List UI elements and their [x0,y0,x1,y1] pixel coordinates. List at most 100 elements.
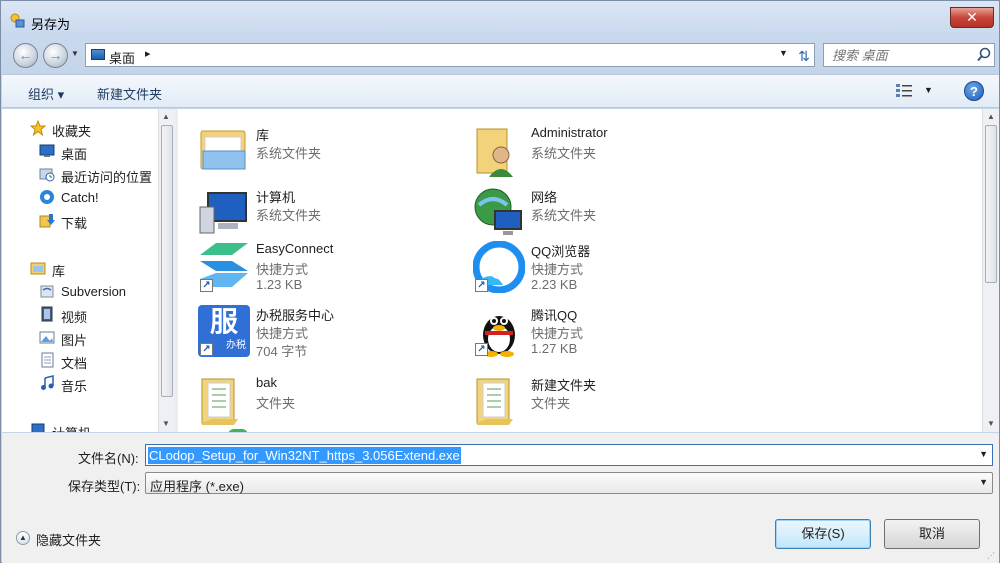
save-as-dialog: 另存为 ✕ ← → ▼ 桌面 ▸ ▼ ⇅ 组织 ▾ 新建文件夹 ▼ ? [0,0,1000,563]
item-name: 库 [256,128,270,143]
app-icon [10,13,25,28]
file-list-scrollbar[interactable]: ▲ ▼ [982,109,999,432]
organize-button[interactable]: 组织 ▾ [28,84,64,103]
list-item-new-folder[interactable]: 新建文件夹 文件夹 [473,375,743,432]
item-name: Administrator [531,125,608,140]
cancel-button[interactable]: 取消 [884,519,980,549]
item-name: 新建文件夹 [531,378,597,393]
close-button[interactable]: ✕ [950,7,994,28]
view-dropdown-icon[interactable]: ▼ [924,85,933,95]
item-type: 快捷方式 [256,262,309,277]
address-dropdown-icon[interactable]: ▼ [779,48,788,58]
computer-icon [31,423,45,432]
computer-icon [199,192,247,234]
item-name: 办税服务中心 [256,308,335,323]
filename-dropdown-icon[interactable]: ▼ [979,449,988,459]
desktop-icon [39,144,55,157]
scroll-up-icon[interactable]: ▲ [162,112,170,121]
window-title: 另存为 [31,17,71,32]
nav-item-pictures[interactable]: 图片 [2,327,158,348]
list-item-easyconnect[interactable]: ↗ EasyConnect 快捷方式 1.23 KB [198,241,468,301]
breadcrumb-desktop[interactable]: 桌面 [109,48,135,67]
nav-item-music[interactable]: 音乐 [2,373,158,394]
hide-folders-label: 隐藏文件夹 [36,533,102,548]
list-item-bak-folder[interactable]: bak 文件夹 [198,375,468,432]
item-type: 快捷方式 [256,326,309,341]
item-name: 腾讯QQ [531,308,578,323]
search-box[interactable] [823,43,995,67]
music-icon [41,375,54,390]
navigation-scrollbar[interactable]: ▲ ▼ [158,109,174,432]
item-type: 系统文件夹 [531,146,597,161]
nav-item-label: 下载 [61,216,88,231]
item-size: 704 字节 [256,344,308,359]
nav-item-computer[interactable]: 计算机 [2,420,158,432]
filename-input[interactable]: CLodop_Setup_for_Win32NT_https_3.056Exte… [148,447,461,464]
nav-item-favorites[interactable]: 收藏夹 [2,118,158,139]
scroll-thumb[interactable] [161,125,173,397]
nav-item-downloads[interactable]: 下载 [2,210,158,231]
nav-item-label: Subversion [61,284,127,299]
forward-button[interactable]: → [43,43,68,68]
save-form: 文件名(N): CLodop_Setup_for_Win32NT_https_3… [2,433,999,563]
subversion-icon [40,285,54,298]
file-list: 库 系统文件夹 Administrator 系统文件夹 计算机 系统文件夹 网络… [178,109,982,432]
item-name: EasyConnect [256,241,334,256]
nav-item-label: 文档 [61,356,88,371]
navigation-pane: 收藏夹 桌面 最近访问的位置 Catch! 下载 库 Subversion 视频… [2,109,174,432]
search-icon[interactable] [976,46,992,64]
view-options-icon[interactable] [895,83,913,99]
file-type-label: 保存类型(T): [68,479,141,494]
list-item-libraries[interactable]: 库 系统文件夹 [198,125,468,185]
nav-item-label: Catch! [61,190,99,205]
item-type: 系统文件夹 [531,208,597,223]
refresh-button[interactable]: ⇅ [793,46,815,66]
file-type-dropdown-icon[interactable]: ▼ [979,477,988,487]
item-type: 系统文件夹 [256,146,322,161]
help-icon[interactable]: ? [964,81,984,101]
title-bar[interactable]: 另存为 ✕ [1,1,1000,37]
address-bar[interactable]: 桌面 ▸ ▼ [85,43,815,67]
scroll-thumb[interactable] [985,125,997,283]
documents-icon [41,352,54,368]
nav-item-videos[interactable]: 视频 [2,304,158,325]
recent-pages-dropdown[interactable]: ▼ [71,49,81,61]
item-size: 1.27 KB [531,341,578,356]
nav-item-label: 音乐 [61,379,88,394]
scroll-down-icon[interactable]: ▼ [987,419,995,428]
partial-item-icon [228,429,248,432]
list-item-tencent-qq[interactable]: ↗ 腾讯QQ 快捷方式 1.27 KB [473,305,743,365]
filename-field[interactable]: CLodop_Setup_for_Win32NT_https_3.056Exte… [145,444,993,466]
save-button[interactable]: 保存(S) [775,519,871,549]
nav-item-label: 计算机 [52,423,91,432]
file-type-select[interactable]: 应用程序 (*.exe) ▼ [145,472,993,494]
star-icon [30,120,46,136]
nav-item-catch[interactable]: Catch! [2,187,158,207]
scroll-up-icon[interactable]: ▲ [987,112,995,121]
list-item-qq-browser[interactable]: ↗ QQ浏览器 快捷方式 2.23 KB [473,241,743,301]
network-icon [474,188,522,235]
list-item-computer[interactable]: 计算机 系统文件夹 [198,187,468,247]
nav-item-subversion[interactable]: Subversion [2,281,158,301]
downloads-icon [39,214,55,228]
breadcrumb-chevron-icon[interactable]: ▸ [145,47,151,60]
nav-item-libraries[interactable]: 库 [2,258,158,279]
scroll-down-icon[interactable]: ▼ [162,419,170,428]
nav-item-label: 桌面 [61,147,88,162]
list-item-tax-service-center[interactable]: 服 办税 ↗ 办税服务中心 快捷方式 704 字节 [198,305,468,365]
folder-icon [201,378,238,425]
resize-grip-icon[interactable]: ⋰ [987,551,997,561]
list-item-network[interactable]: 网络 系统文件夹 [473,187,743,247]
search-input[interactable] [830,46,970,64]
filename-label: 文件名(N): [78,451,139,466]
nav-item-desktop[interactable]: 桌面 [2,141,158,162]
item-name: QQ浏览器 [531,244,591,259]
library-icon [30,262,46,275]
item-size: 1.23 KB [256,277,303,292]
nav-item-documents[interactable]: 文档 [2,350,158,371]
list-item-administrator[interactable]: Administrator 系统文件夹 [473,125,743,185]
nav-item-recent-places[interactable]: 最近访问的位置 [2,164,158,185]
nav-item-label: 视频 [61,310,88,325]
new-folder-button[interactable]: 新建文件夹 [97,84,162,103]
back-button[interactable]: ← [13,43,38,68]
